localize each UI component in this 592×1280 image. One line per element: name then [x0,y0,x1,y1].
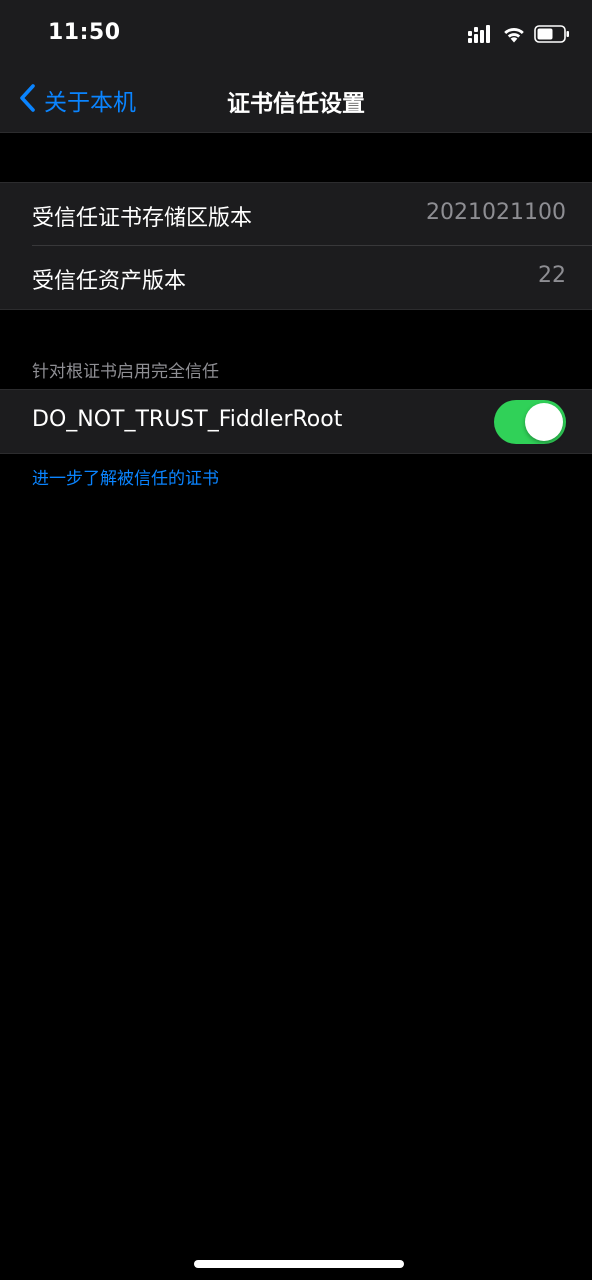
home-indicator[interactable] [194,1260,404,1268]
list-item-trust-asset-version: 受信任资产版本 22 [0,246,592,309]
list-item-certificate: DO_NOT_TRUST_FiddlerRoot [0,390,592,453]
navigation-bar: 关于本机 证书信任设置 [0,70,592,132]
battery-icon [534,25,570,47]
wifi-icon [502,25,526,47]
version-info-group: 受信任证书存储区版本 2021021100 受信任资产版本 22 [0,182,592,310]
certificate-trust-toggle[interactable] [494,400,566,444]
certificate-name: DO_NOT_TRUST_FiddlerRoot [32,407,343,432]
list-item-label: 受信任证书存储区版本 [32,206,253,231]
toggle-knob [525,403,563,441]
learn-more-link[interactable]: 进一步了解被信任的证书 [32,464,219,489]
list-item-value: 2021021100 [426,200,566,225]
status-time: 11:50 [48,20,121,45]
cellular-signal-icon [468,25,494,47]
list-item-label: 受信任资产版本 [32,269,187,294]
list-item-value: 22 [538,263,566,288]
page-title: 证书信任设置 [227,91,365,117]
section-header: 针对根证书启用完全信任 [32,362,219,382]
status-bar: 11:50 [0,0,592,70]
certificate-trust-group: DO_NOT_TRUST_FiddlerRoot [0,389,592,454]
top-bar: 11:50 关于本机 证书信任设置 [0,0,592,133]
list-item-trust-store-version: 受信任证书存储区版本 2021021100 [0,183,592,246]
status-icons [468,24,570,48]
